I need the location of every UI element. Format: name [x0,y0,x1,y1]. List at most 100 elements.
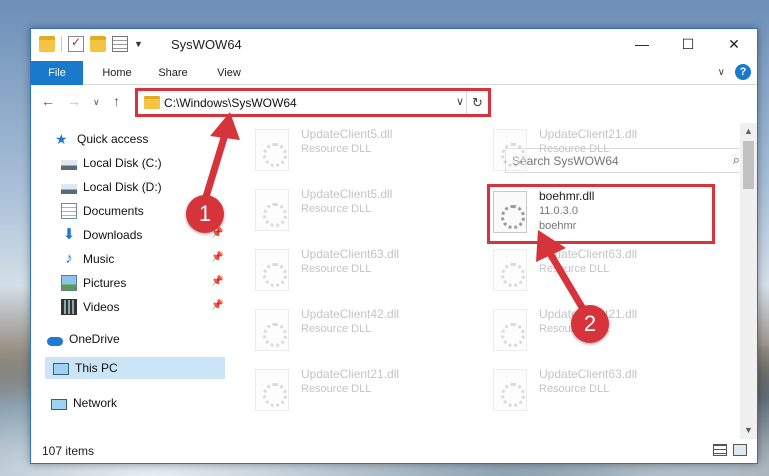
ribbon-tabs: File Home Share View ∨ ? [31,61,757,85]
file-type: Resource DLL [301,263,372,275]
file-type: Resource DLL [301,143,372,155]
network-icon [51,398,67,410]
file-list-pane: UpdateClient5.dll Resource DLL UpdateCli… [237,123,739,439]
scroll-up-icon[interactable]: ▲ [740,123,757,140]
file-name: UpdateClient63.dll [301,247,400,261]
file-name: UpdateClient5.dll [301,127,393,141]
forward-arrow-icon[interactable]: → [67,93,81,109]
title-bar: ▼ SysWOW64 — ☐ ✕ [31,29,757,61]
drive-icon [61,183,77,194]
recent-locations-chevron-icon[interactable]: ∨ [93,97,100,108]
tab-share[interactable]: Share [151,61,195,85]
sidebar-item-label: Pictures [83,276,127,290]
dll-file-icon [255,369,289,411]
file-item[interactable]: UpdateClient5.dll Resource DLL [245,183,475,239]
dll-file-icon [493,129,527,171]
cloud-icon [47,336,63,346]
details-view-icon[interactable] [713,444,727,456]
sidebar-item-music[interactable]: ♪ Music [61,248,114,270]
file-type: Resource DLL [301,323,372,335]
sidebar-item-label: Documents [83,204,144,218]
up-arrow-icon[interactable]: ↑ [113,93,120,109]
large-icons-view-icon[interactable] [733,444,747,456]
tab-file[interactable]: File [31,61,83,85]
tab-view[interactable]: View [207,61,251,85]
dll-file-icon [255,249,289,291]
file-item[interactable]: UpdateClient63.dll Resource DLL [245,243,475,299]
pin-icon[interactable]: 📌 [211,252,223,263]
new-folder-icon[interactable] [90,36,106,52]
sidebar-item-downloads[interactable]: ⬇ Downloads [61,224,143,246]
computer-icon [53,363,69,375]
chevron-down-icon[interactable]: ▼ [134,39,143,49]
file-item[interactable]: UpdateClient42.dll Resource DLL [245,303,475,359]
pin-icon[interactable]: 📌 [211,276,223,287]
sidebar-item-this-pc[interactable]: This PC [45,357,225,379]
file-type: Resource DLL [301,203,372,215]
pictures-icon [61,275,77,291]
window-controls: — ☐ ✕ [619,29,757,59]
tab-home[interactable]: Home [95,61,139,85]
sidebar-item-documents[interactable]: Documents [61,200,144,222]
star-icon: ★ [55,131,68,147]
scroll-down-icon[interactable]: ▼ [740,422,757,439]
close-button[interactable]: ✕ [711,29,757,59]
status-bar: 107 items [31,439,757,463]
file-name: UpdateClient5.dll [301,187,393,201]
sidebar-item-quick-access[interactable]: ★ Quick access [55,128,148,150]
properties-check-icon[interactable] [68,35,84,52]
sidebar-item-network[interactable]: Network [51,392,117,414]
sidebar-item-label: Downloads [83,228,143,242]
download-icon: ⬇ [62,226,76,243]
sidebar-item-label: OneDrive [69,332,120,346]
maximize-button[interactable]: ☐ [665,29,711,59]
sidebar-item-pictures[interactable]: Pictures [61,272,126,294]
dll-file-icon [493,309,527,351]
vertical-scrollbar[interactable]: ▲ ▼ [740,123,757,439]
dll-file-icon [255,129,289,171]
file-item[interactable]: UpdateClient63.dll Resource DLL [483,363,713,419]
file-explorer-window: ▼ SysWOW64 — ☐ ✕ File Home Share View ∨ … [30,28,758,464]
drive-icon [61,159,77,170]
sidebar-item-label: Quick access [77,132,149,146]
customize-icon[interactable] [112,36,128,52]
step-badge-2: 2 [571,305,609,343]
file-item[interactable]: UpdateClient21.dll Resource DLL [483,123,713,179]
videos-icon [61,299,77,315]
sidebar-item-label: Network [73,396,118,410]
file-type: Resource DLL [539,143,610,155]
divider [61,36,62,52]
file-item[interactable]: UpdateClient5.dll Resource DLL [245,123,475,179]
item-count: 107 items [42,444,95,458]
dll-file-icon [493,369,527,411]
music-icon: ♪ [65,250,73,267]
quick-access-toolbar: ▼ [39,35,143,52]
file-type: Resource DLL [301,383,372,395]
dll-file-icon [255,189,289,231]
back-arrow-icon[interactable]: ← [41,93,55,109]
file-name: UpdateClient21.dll [301,367,400,381]
sidebar-item-label: Videos [83,300,120,314]
dll-file-icon [493,249,527,291]
file-item[interactable]: UpdateClient21.dll Resource DLL [245,363,475,419]
pin-icon[interactable]: 📌 [211,300,223,311]
scrollbar-thumb[interactable] [743,141,754,189]
documents-icon [61,203,77,219]
dll-file-icon [255,309,289,351]
chevron-down-icon[interactable]: ∨ [718,67,725,78]
sidebar-item-label: Music [83,252,115,266]
sidebar-item-local-disk-c[interactable]: Local Disk (C:) [61,152,162,174]
folder-icon [39,36,55,52]
sidebar-item-onedrive[interactable]: OneDrive [47,328,120,350]
file-name: UpdateClient42.dll [301,307,400,321]
sidebar-item-label: Local Disk (D:) [83,180,162,194]
window-title: SysWOW64 [171,37,242,52]
file-name: UpdateClient21.dll [539,127,638,141]
view-switcher [713,444,747,456]
help-icon[interactable]: ? [735,64,751,80]
file-type: Resource DLL [539,383,610,395]
minimize-button[interactable]: — [619,29,665,59]
sidebar-item-videos[interactable]: Videos [61,296,119,318]
file-name: UpdateClient63.dll [539,367,638,381]
sidebar-item-local-disk-d[interactable]: Local Disk (D:) [61,176,162,198]
